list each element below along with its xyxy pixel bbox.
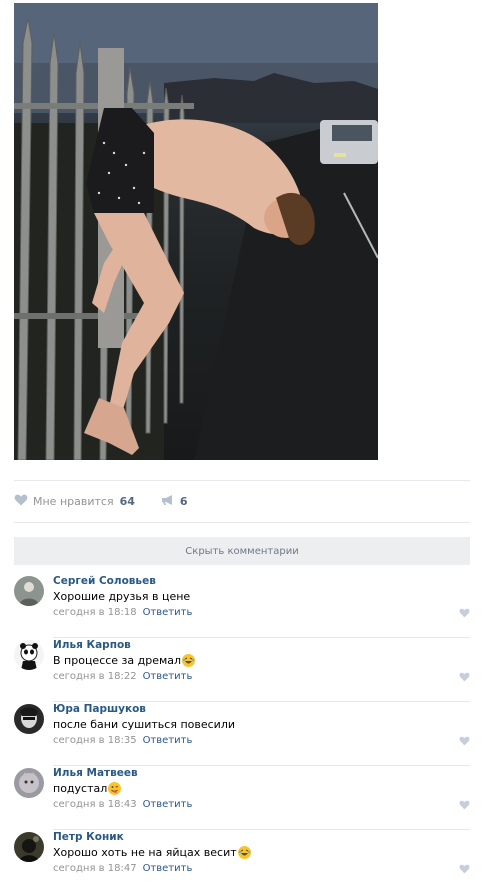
avatar[interactable] <box>14 640 44 670</box>
heart-icon <box>14 494 28 509</box>
comment-like-button[interactable] <box>459 736 470 749</box>
heart-icon <box>459 736 470 749</box>
comment-author[interactable]: Юра Паршуков <box>53 703 146 715</box>
comment-like-button[interactable] <box>459 672 470 685</box>
megaphone-icon <box>161 494 175 509</box>
laughing-tears-emoji-icon <box>237 846 251 859</box>
comment-meta: сегодня в 18:22 Ответить <box>53 671 192 682</box>
reply-button[interactable]: Ответить <box>143 799 193 810</box>
avatar[interactable] <box>14 832 44 862</box>
comment-time[interactable]: сегодня в 18:22 <box>53 671 137 682</box>
heart-icon <box>459 800 470 813</box>
comment-meta: сегодня в 18:35 Ответить <box>53 735 192 746</box>
comment-meta: сегодня в 18:18 Ответить <box>53 607 192 618</box>
reply-button[interactable]: Ответить <box>143 607 193 618</box>
like-count: 64 <box>119 494 135 508</box>
wink-tongue-emoji-icon <box>108 782 122 795</box>
heart-icon <box>459 608 470 621</box>
comment-item: Петр Коник Хорошо хоть не на яйцах весит… <box>14 830 470 894</box>
like-label: Мне нравится <box>33 494 114 508</box>
reply-button[interactable]: Ответить <box>143 863 193 874</box>
comment-text: после бани сушиться повесили <box>53 718 235 731</box>
comment-like-button[interactable] <box>459 800 470 813</box>
avatar[interactable] <box>14 576 44 606</box>
divider <box>14 522 470 523</box>
comment-item: Сергей Соловьев Хорошие друзья в цене се… <box>14 574 470 638</box>
hide-comments-button[interactable]: Скрыть комментарии <box>14 537 470 565</box>
avatar[interactable] <box>14 704 44 734</box>
heart-icon <box>459 672 470 685</box>
comment-author[interactable]: Илья Карпов <box>53 639 131 651</box>
comment-author[interactable]: Петр Коник <box>53 831 124 843</box>
comment-author[interactable]: Сергей Соловьев <box>53 575 156 587</box>
comment-meta: сегодня в 18:43 Ответить <box>53 799 192 810</box>
share-button[interactable]: 6 <box>161 494 188 509</box>
comment-text: Хорошие друзья в цене <box>53 590 191 603</box>
laughing-tears-emoji-icon <box>182 654 196 667</box>
comment-time[interactable]: сегодня в 18:47 <box>53 863 137 874</box>
comment-like-button[interactable] <box>459 864 470 877</box>
comment-meta: сегодня в 18:47 Ответить <box>53 863 192 874</box>
comment-item: Юра Паршуков после бани сушиться повесил… <box>14 702 470 766</box>
avatar[interactable] <box>14 768 44 798</box>
post-photo[interactable] <box>14 3 378 460</box>
comment-time[interactable]: сегодня в 18:18 <box>53 607 137 618</box>
divider <box>14 480 470 481</box>
reply-button[interactable]: Ответить <box>143 735 193 746</box>
like-button[interactable]: Мне нравится 64 <box>14 494 135 509</box>
comment-time[interactable]: сегодня в 18:35 <box>53 735 137 746</box>
comment-item: Илья Карпов В процессе за дремал сегодня… <box>14 638 470 702</box>
comment-like-button[interactable] <box>459 608 470 621</box>
comment-text: Хорошо хоть не на яйцах весит <box>53 846 251 859</box>
share-count: 6 <box>179 494 188 508</box>
comment-item: Илья Матвеев подустал сегодня в 18:43 Отв… <box>14 766 470 830</box>
post-actions: Мне нравится 64 6 <box>14 492 188 510</box>
comment-author[interactable]: Илья Матвеев <box>53 767 138 779</box>
comment-text: В процессе за дремал <box>53 654 196 667</box>
heart-icon <box>459 864 470 877</box>
reply-button[interactable]: Ответить <box>143 671 193 682</box>
comment-text: подустал <box>53 782 122 795</box>
comment-time[interactable]: сегодня в 18:43 <box>53 799 137 810</box>
